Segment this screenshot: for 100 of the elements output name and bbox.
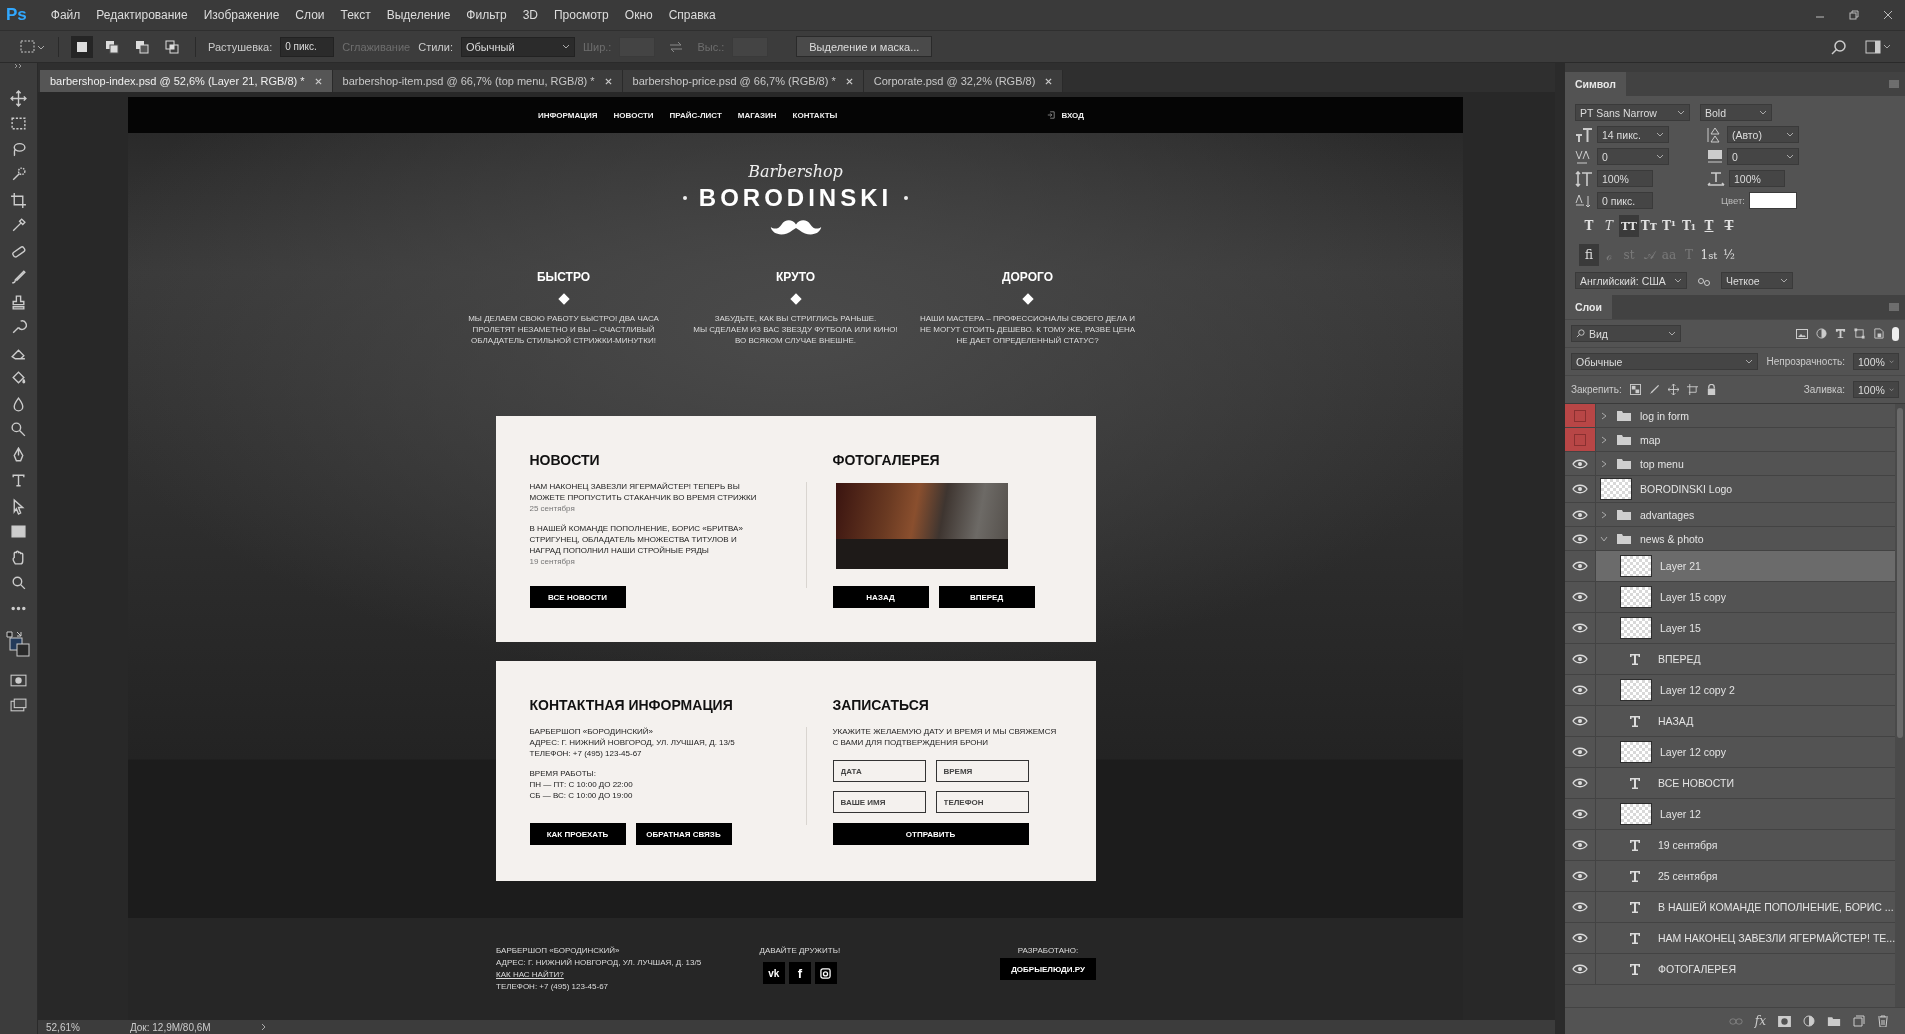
menu-item[interactable]: Справка [660, 8, 724, 22]
dashed-rectangle-icon[interactable] [10, 115, 27, 132]
nav-link[interactable]: ИНФОРМАЦИЯ [538, 110, 598, 120]
text-color-swatch[interactable] [1748, 192, 1797, 209]
layer-row[interactable]: ВСЕ НОВОСТИ [1565, 768, 1895, 799]
eye-icon[interactable] [1572, 716, 1588, 726]
dodge-icon[interactable] [10, 421, 27, 438]
shape-filter-icon[interactable] [1854, 328, 1865, 339]
anti-aliasing-dropdown[interactable]: Четкое [1721, 272, 1793, 289]
close-icon[interactable] [1045, 77, 1053, 85]
eyedropper-icon[interactable] [10, 217, 27, 234]
menu-item[interactable]: Текст [332, 8, 379, 22]
blend-mode-dropdown[interactable]: Обычные [1571, 353, 1759, 370]
paint-bucket-icon[interactable] [10, 370, 27, 387]
input-field[interactable]: ВАШЕ ИМЯ [832, 791, 926, 813]
input-field[interactable]: ВРЕМЯ [935, 760, 1029, 782]
panel-tab[interactable]: Слои [1565, 295, 1612, 319]
layer-row[interactable]: В НАШЕЙ КОМАНДЕ ПОПОЛНЕНИЕ, БОРИС ... [1565, 892, 1895, 923]
menu-item[interactable]: Изображение [195, 8, 288, 22]
leading-dropdown[interactable]: (Авто) [1727, 126, 1799, 143]
input-field[interactable]: ДАТА [832, 760, 926, 782]
search-icon[interactable] [1831, 38, 1847, 55]
all-news-button[interactable]: ВСЕ НОВОСТИ [529, 586, 626, 608]
eye-icon[interactable] [1572, 509, 1588, 520]
nav-link[interactable]: МАГАЗИН [737, 110, 777, 120]
style-dropdown[interactable]: Обычный [460, 36, 575, 57]
submit-button[interactable]: ОТПРАВИТЬ [832, 823, 1029, 845]
menu-item[interactable]: Просмотр [546, 8, 617, 22]
document-tab[interactable]: Corporate.psd @ 32,2% (RGB/8) [863, 70, 1064, 92]
eye-icon[interactable] [1572, 747, 1588, 757]
menu-item[interactable]: 3D [514, 8, 546, 22]
menu-item[interactable]: Файл [42, 8, 89, 22]
layer-row[interactable]: Layer 12 [1565, 799, 1895, 830]
font-style-dropdown[interactable]: Bold [1700, 104, 1772, 121]
opentype-button[interactable]: fi [1579, 244, 1599, 266]
door-arrow-icon[interactable] [1047, 111, 1056, 119]
rectangle-icon[interactable] [10, 523, 27, 540]
nav-link[interactable]: КОНТАКТЫ [792, 110, 838, 120]
chevron-right-icon[interactable] [1600, 435, 1608, 444]
close-icon[interactable] [604, 77, 612, 85]
eye-icon[interactable] [1572, 561, 1588, 571]
document-tab[interactable]: barbershop-price.psd @ 66,7% (RGB/8) * [622, 70, 864, 92]
select-and-mask-button[interactable]: Выделение и маска... [796, 36, 933, 57]
close-icon[interactable] [845, 77, 853, 85]
developer-button[interactable]: ДОБРЫЕЛЮДИ.РУ [1000, 958, 1096, 980]
layer-row[interactable]: advantages [1565, 503, 1895, 527]
social-button[interactable]: f [788, 962, 811, 984]
baseline-shift-field[interactable]: 0 пикс. [1597, 192, 1653, 209]
menu-item[interactable]: Слои [287, 8, 333, 22]
layer-row[interactable]: 25 сентября [1565, 861, 1895, 892]
layer-row[interactable]: Layer 12 copy [1565, 737, 1895, 768]
trash-icon[interactable] [1877, 1015, 1889, 1027]
layer-row[interactable]: log in form [1565, 404, 1895, 428]
social-button[interactable]: vk [762, 962, 785, 984]
chevron-right-icon[interactable] [260, 1023, 267, 1031]
image-filter-icon[interactable] [1796, 328, 1808, 339]
fill-dropdown[interactable]: 100% [1853, 381, 1899, 398]
nav-link[interactable]: НОВОСТИ [613, 110, 654, 120]
text-style-button[interactable]: T [1579, 215, 1599, 237]
text-style-button[interactable]: T [1699, 215, 1719, 237]
menu-item[interactable]: Редактирование [88, 8, 196, 22]
workspace-icon[interactable] [1865, 39, 1891, 54]
opacity-dropdown[interactable]: 100% [1853, 353, 1899, 370]
eye-icon[interactable] [1572, 685, 1588, 695]
scrollbar[interactable] [1895, 404, 1905, 1007]
eye-icon[interactable] [1572, 458, 1588, 469]
half-circle-icon[interactable] [1816, 328, 1827, 339]
eye-icon[interactable] [1572, 809, 1588, 819]
text-style-button[interactable]: TT [1619, 215, 1639, 237]
eye-icon[interactable] [1572, 902, 1588, 912]
eye-icon[interactable] [1572, 933, 1588, 943]
layer-row[interactable]: top menu [1565, 452, 1895, 476]
menu-item[interactable]: Фильтр [458, 8, 515, 22]
stamp-icon[interactable] [10, 293, 27, 311]
layer-row[interactable]: Layer 15 copy [1565, 582, 1895, 613]
zoom-level[interactable]: 52,61% [46, 1021, 80, 1033]
collapse-arrows-icon[interactable] [13, 63, 24, 71]
filter-toggle[interactable] [1892, 326, 1899, 341]
brush-icon[interactable] [10, 268, 27, 285]
social-button[interactable] [814, 962, 837, 984]
color-label-cell[interactable] [1565, 428, 1596, 451]
new-layer-icon[interactable] [1853, 1015, 1865, 1027]
padlock-icon[interactable] [1705, 384, 1717, 395]
move-arrows-icon[interactable] [10, 89, 27, 107]
checker-lock-icon[interactable] [1629, 384, 1641, 395]
swap-arrows-icon[interactable] [669, 40, 684, 53]
text-style-button[interactable]: T [1719, 215, 1739, 237]
mask-icon[interactable] [1778, 1015, 1791, 1027]
eye-icon[interactable] [1572, 533, 1588, 544]
eye-icon[interactable] [1572, 778, 1588, 788]
layer-row[interactable]: ВПЕРЕД [1565, 644, 1895, 675]
text-style-button[interactable]: T [1599, 215, 1619, 237]
menu-item[interactable]: Выделение [378, 8, 459, 22]
text-style-button[interactable]: Tт [1639, 215, 1659, 237]
half-circle-icon[interactable] [1803, 1015, 1815, 1027]
directions-link[interactable]: КАК НАС НАЙТИ? [496, 970, 702, 980]
eye-icon[interactable] [1572, 592, 1588, 602]
layer-row[interactable]: НАЗАД [1565, 706, 1895, 737]
color-label-cell[interactable] [1565, 404, 1596, 427]
brush-lock-icon[interactable] [1648, 384, 1660, 395]
